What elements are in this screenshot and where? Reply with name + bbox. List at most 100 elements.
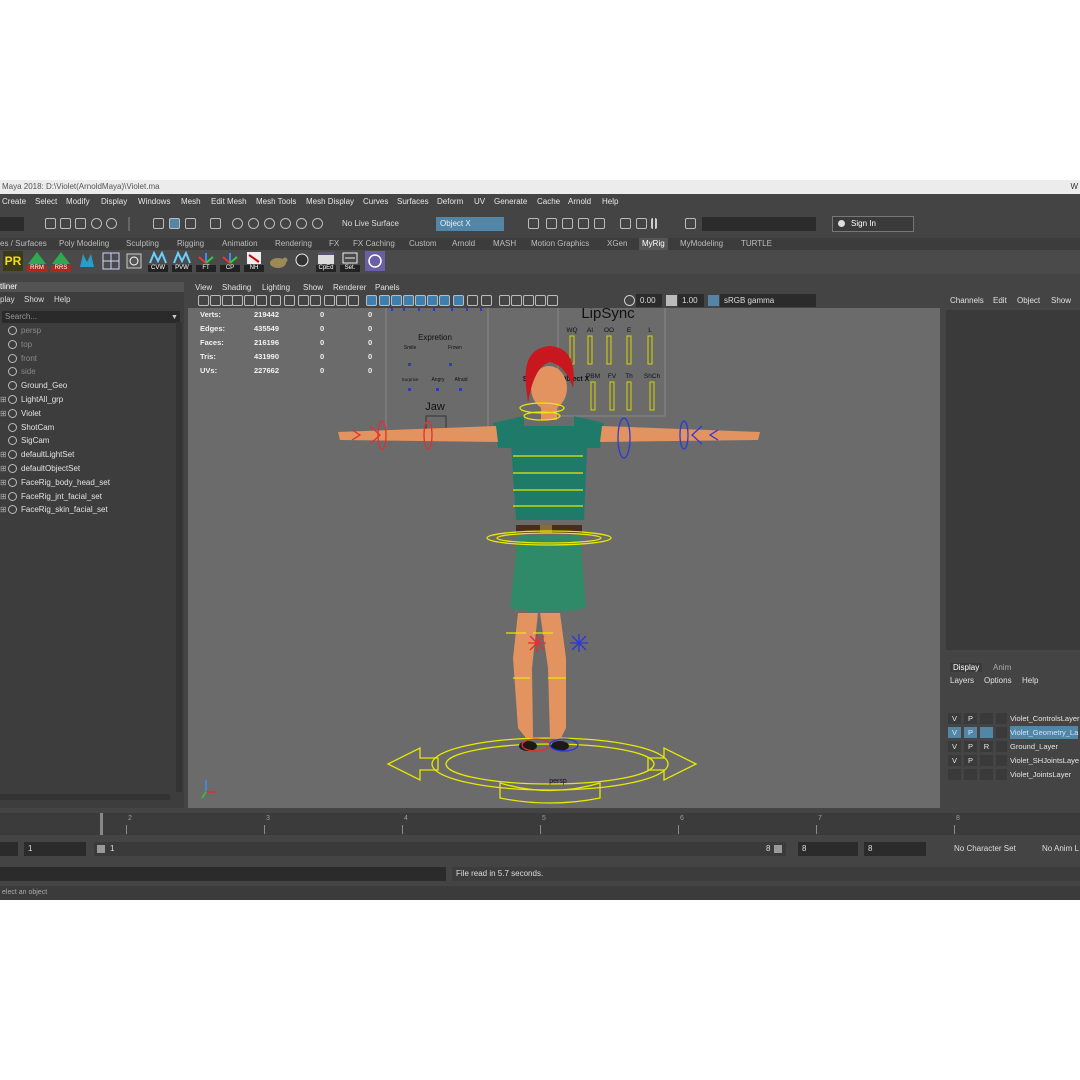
outliner-menu-display[interactable]: play (0, 295, 15, 304)
shelf-pr-button[interactable]: PR (3, 251, 23, 271)
range-start-handle[interactable] (97, 845, 105, 853)
layer-color-swatch[interactable] (996, 727, 1007, 738)
menu-set-dropdown[interactable] (0, 217, 24, 231)
menu-modify[interactable]: Modify (66, 194, 90, 209)
film-gate-icon[interactable] (284, 295, 295, 306)
screen-space-ao-icon[interactable] (439, 295, 450, 306)
grid-icon[interactable] (270, 295, 281, 306)
layer-toggle-r[interactable] (980, 713, 993, 724)
shelf-cped-button[interactable]: CpEd (316, 251, 336, 272)
shelf-bake-button[interactable] (292, 251, 312, 271)
shelf-cvw-button[interactable]: CVW (148, 250, 168, 272)
channel-menu-object[interactable]: Object (1017, 296, 1040, 305)
shelf-set-button[interactable]: Set. (340, 251, 360, 272)
layer-color-swatch[interactable] (996, 769, 1007, 780)
depth-of-field-icon[interactable] (481, 295, 492, 306)
outliner-scrollbar[interactable] (176, 322, 182, 792)
tab-fx-caching[interactable]: FX Caching (353, 238, 395, 250)
anim-layer-dropdown[interactable]: No Anim L (1034, 842, 1080, 856)
shelf-rrm-button[interactable]: RRM (27, 251, 47, 272)
isolate-select-icon[interactable] (499, 295, 510, 306)
gamma-field[interactable]: 1.00 (678, 294, 704, 307)
tab-myrig[interactable]: MyRig (639, 238, 668, 250)
chevron-down-icon[interactable]: ▼ (171, 314, 178, 321)
layer-color-swatch[interactable] (996, 741, 1007, 752)
new-scene-icon[interactable] (45, 218, 56, 229)
menu-curves[interactable]: Curves (363, 194, 388, 209)
tab-poly-modeling[interactable]: Poly Modeling (59, 238, 109, 250)
expand-icon[interactable]: ⊞ (0, 407, 7, 420)
symmetry-dropdown[interactable]: Object X (436, 217, 504, 231)
xray-joints-icon[interactable] (523, 295, 534, 306)
shelf-turtle-button[interactable] (268, 251, 288, 271)
lipsync-panel[interactable]: LipSync WQ AI OO E L PBM FV Th ShCh (557, 308, 666, 417)
image-plane-icon[interactable] (232, 295, 243, 306)
outliner-search-input[interactable]: Search... (2, 311, 180, 323)
expand-icon[interactable]: ⊞ (0, 393, 7, 406)
shelf-rrs-button[interactable]: RRS (51, 251, 71, 272)
hypershade-icon[interactable] (594, 218, 605, 229)
tab-display[interactable]: Display (950, 663, 983, 672)
range-slider-bar[interactable]: 1 8 (94, 842, 786, 856)
layer-toggle-r[interactable] (980, 769, 993, 780)
menu-help[interactable]: Help (602, 194, 618, 209)
2d-pan-icon[interactable] (244, 295, 255, 306)
default-material-icon[interactable] (391, 295, 402, 306)
expand-icon[interactable]: ⊞ (0, 490, 7, 503)
gate-mask-icon[interactable] (310, 295, 321, 306)
menu-select[interactable]: Select (35, 194, 57, 209)
snap-curve-icon[interactable] (248, 218, 259, 229)
shadows-icon[interactable] (427, 295, 438, 306)
layer-row[interactable]: V P Violet_ControlsLayer (948, 712, 1080, 725)
layer-row[interactable]: Violet_JointsLayer (948, 768, 1080, 781)
viewport-menu-view[interactable]: View (195, 282, 212, 294)
pause-icon[interactable] (651, 218, 657, 229)
color-management-icon[interactable] (708, 295, 719, 306)
snap-view-plane-icon[interactable] (280, 218, 291, 229)
expand-icon[interactable]: ⊞ (0, 503, 7, 516)
menu-uv[interactable]: UV (474, 194, 485, 209)
layer-color-swatch[interactable] (996, 713, 1007, 724)
tab-animation[interactable]: Animation (222, 238, 258, 250)
render-current-icon[interactable] (546, 218, 557, 229)
start-time-field[interactable] (0, 842, 18, 856)
select-components-icon[interactable] (185, 218, 196, 229)
select-camera-icon[interactable] (198, 295, 209, 306)
viewport-persp[interactable]: Verts: 219442 0 0 Edges: 435549 0 0 Faces: 216196… (188, 308, 940, 808)
menu-create[interactable]: Create (2, 194, 26, 209)
tab-custom[interactable]: Custom (409, 238, 437, 250)
snap-surface-icon[interactable] (296, 218, 307, 229)
layer-color-swatch[interactable] (996, 755, 1007, 766)
arnold-render-icon[interactable] (620, 218, 631, 229)
layers-menu-layers[interactable]: Layers (950, 676, 974, 685)
layer-toggle-p[interactable] (964, 769, 977, 780)
tab-arnold[interactable]: Arnold (452, 238, 475, 250)
tab-anim[interactable]: Anim (993, 663, 1011, 672)
ipr-render-icon[interactable] (562, 218, 573, 229)
range-end-field[interactable]: 8 (798, 842, 858, 856)
safe-title-icon[interactable] (348, 295, 359, 306)
outliner-hscrollbar[interactable] (0, 794, 170, 800)
open-scene-icon[interactable] (60, 218, 71, 229)
live-surface-field[interactable]: No Live Surface (338, 217, 406, 231)
shelf-nh-button[interactable]: NH (244, 251, 264, 272)
render-settings-icon[interactable] (578, 218, 589, 229)
shelf-pvw-button[interactable]: PVW (172, 250, 192, 272)
expression-panel[interactable]: Expretion Smile Frown Surprise Angry Afr… (385, 308, 489, 437)
snap-grid-icon[interactable] (232, 218, 243, 229)
camera-attributes-icon[interactable] (210, 295, 221, 306)
snap-point-icon[interactable] (264, 218, 275, 229)
anim-end-field[interactable]: 8 (864, 842, 926, 856)
shelf-joint-grid-button[interactable] (101, 251, 121, 271)
shelf-cp-button[interactable]: CP (220, 251, 240, 272)
expand-icon[interactable]: ⊞ (0, 448, 7, 461)
ground-control-rig[interactable] (386, 737, 698, 804)
channel-menu-channels[interactable]: Channels (950, 296, 984, 305)
layer-row[interactable]: V P R Ground_Layer (948, 740, 1080, 753)
menu-mesh-display[interactable]: Mesh Display (306, 194, 354, 209)
safe-action-icon[interactable] (336, 295, 347, 306)
shelf-ft-button[interactable]: FT (196, 251, 216, 272)
field-chart-icon[interactable] (324, 295, 335, 306)
use-all-lights-icon[interactable] (415, 295, 426, 306)
layer-toggle-p[interactable]: P (964, 713, 977, 724)
